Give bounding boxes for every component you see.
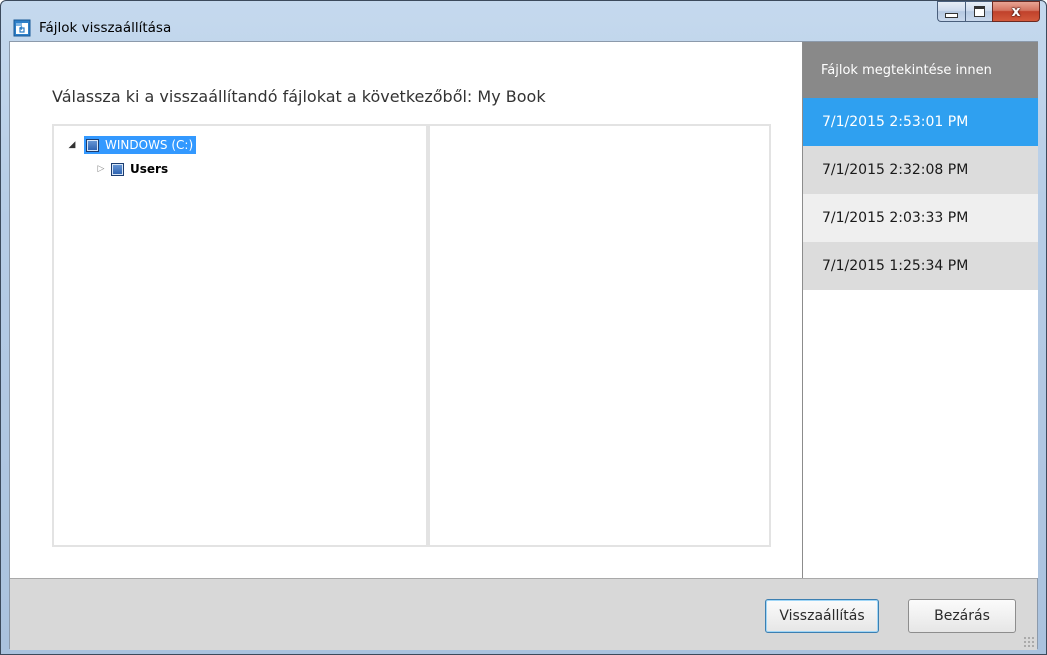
restore-files-app-icon <box>13 19 31 37</box>
tree-node-label: Users <box>130 162 169 176</box>
window-title: Fájlok visszaállítása <box>39 20 172 36</box>
tree-node-selection: WINDOWS (C:) <box>84 136 197 154</box>
snapshot-panel: Fájlok megtekintése innen 7/1/2015 2:53:… <box>802 42 1038 578</box>
minimize-icon <box>945 12 958 18</box>
snapshot-item[interactable]: 7/1/2015 2:03:33 PM <box>803 194 1038 242</box>
snapshot-item[interactable]: 7/1/2015 1:25:34 PM <box>803 242 1038 290</box>
close-button[interactable]: Bezárás <box>908 599 1016 633</box>
drive-icon <box>86 138 99 152</box>
tree-node-label: WINDOWS (C:) <box>103 137 196 153</box>
instruction-heading: Válassza ki a visszaállítandó fájlokat a… <box>52 87 546 106</box>
snapshot-panel-header: Fájlok megtekintése innen <box>803 42 1038 98</box>
maximize-icon <box>973 6 985 17</box>
collapsed-triangle-icon[interactable]: ▷ <box>95 164 107 174</box>
folder-tree-pane[interactable]: ◢ WINDOWS (C:) ▷ Users <box>52 124 428 547</box>
tree-node-windows-c[interactable]: ◢ WINDOWS (C:) <box>66 135 197 155</box>
maximize-button[interactable] <box>965 1 992 22</box>
snapshot-item[interactable]: 7/1/2015 2:32:08 PM <box>803 146 1038 194</box>
snapshot-item[interactable]: 7/1/2015 2:53:01 PM <box>803 98 1038 146</box>
restore-button[interactable]: Visszaállítás <box>765 599 879 633</box>
tree-node-users[interactable]: ▷ Users <box>95 159 170 179</box>
close-icon: x <box>1011 3 1021 20</box>
dialog-content: Válassza ki a visszaállítandó fájlokat a… <box>9 41 1038 650</box>
restore-files-window: Fájlok visszaállítása x Válassza ki a vi… <box>0 0 1047 655</box>
resize-grip-icon[interactable] <box>1023 636 1035 648</box>
folder-icon <box>111 162 124 176</box>
minimize-button[interactable] <box>937 1 965 22</box>
caption-buttons: x <box>937 1 1040 22</box>
file-list-pane[interactable] <box>428 124 771 547</box>
dialog-footer: Visszaállítás Bezárás <box>10 578 1037 650</box>
close-window-button[interactable]: x <box>992 1 1040 22</box>
title-bar[interactable]: Fájlok visszaállítása x <box>1 1 1046 41</box>
expanded-triangle-icon[interactable]: ◢ <box>66 140 78 150</box>
